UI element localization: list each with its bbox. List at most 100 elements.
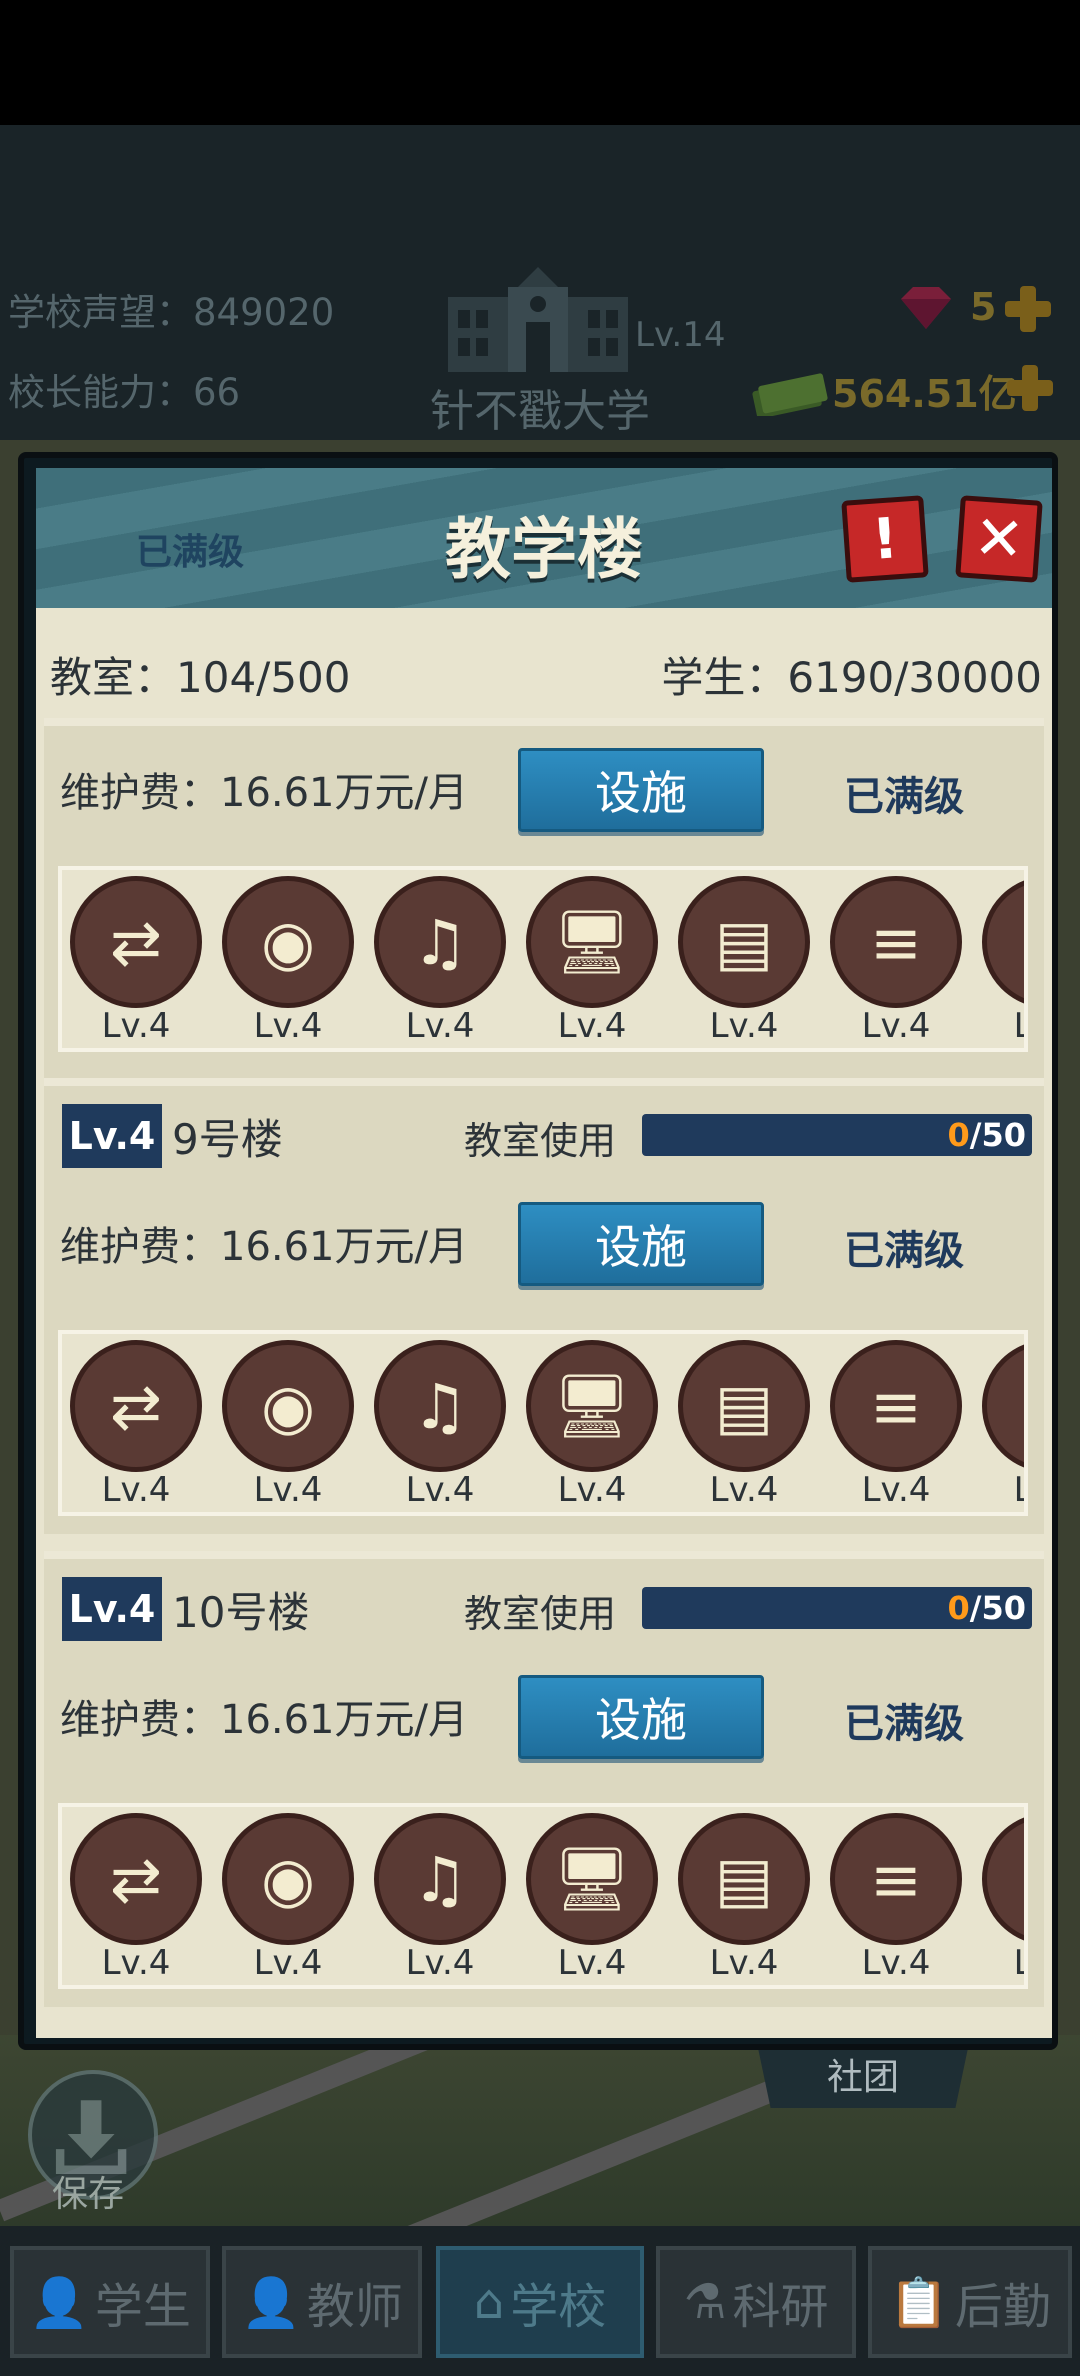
facility-level: Lv.4 <box>405 1006 475 1046</box>
facility-item[interactable]: ≡ Lv.4 <box>826 874 966 1048</box>
computer-icon-glyph: 🖥 <box>552 1842 632 1915</box>
reputation-value: 849020 <box>193 291 335 334</box>
reputation-stat: 学校声望：849020 <box>8 282 334 336</box>
usage-total: /50 <box>969 1589 1026 1627</box>
panel-content: 教室：104/500 学生：6190/30000 维护费：16.61万元/月 设… <box>36 608 1052 2038</box>
classroom-usage-bar: 0/50 <box>642 1114 1032 1156</box>
building-header: Lv.4 9号楼 教室使用 0/50 <box>44 1098 1044 1168</box>
game-screen: 学校声望：849020 校长能力：66 Lv.14 针不戳大学 5 564.51… <box>0 0 1080 2376</box>
student-icon: 👤 <box>29 2274 89 2331</box>
facility-item[interactable]: ▮Lv.4 <box>978 874 1024 1048</box>
teaching-building-panel: 已满级 教学楼 ! ✕ 教室：104/500 学生：6190/30000 维护费… <box>18 452 1058 2050</box>
max-level-label: 已满级 <box>844 1228 964 1274</box>
flask-icon: ⚗ <box>683 2274 727 2330</box>
alert-button[interactable]: ! <box>841 495 929 583</box>
facility-strip[interactable]: ⇄Lv.4◉Lv.4♫Lv.4🖥Lv.4▤Lv.4≡Lv.4▮Lv.4 <box>58 866 1028 1052</box>
students-label: 学生： <box>661 653 788 702</box>
school-icon: ⌂ <box>473 2274 505 2330</box>
building-card: Lv.4 10号楼 教室使用 0/50 维护费：16.61万元/月 设施 已满级… <box>44 1551 1044 2007</box>
facility-strip[interactable]: ⇄Lv.4◉Lv.4♫Lv.4🖥Lv.4▤Lv.4≡Lv.4▮Lv.4 <box>58 1330 1028 1516</box>
broadcast-antenna-icon: ◉ <box>222 1340 354 1472</box>
max-level-label: 已满级 <box>844 1701 964 1747</box>
computer-icon: 🖥 <box>526 1340 658 1472</box>
facility-level: Lv.4 <box>861 1943 931 1983</box>
nav-label: 科研 <box>732 2279 829 2335</box>
building-level-badge: Lv.4 <box>62 1104 162 1168</box>
building-name: 9号楼 <box>172 1115 283 1164</box>
classrooms-label: 教室： <box>50 653 177 702</box>
facility-item[interactable]: ▮Lv.4 <box>978 1338 1024 1512</box>
building-name: 10号楼 <box>172 1588 310 1637</box>
building-header: Lv.4 10号楼 教室使用 0/50 <box>44 1571 1044 1641</box>
nav-label: 教师 <box>306 2279 403 2335</box>
maintenance-fee: 维护费：16.61万元/月 <box>60 1697 468 1743</box>
facility-item[interactable]: ◉ Lv.4 <box>218 1338 358 1512</box>
nav-school[interactable]: ⌂ 学校 <box>436 2246 644 2358</box>
facilities-button[interactable]: 设施 <box>518 1675 764 1759</box>
facility-item[interactable]: ▤ Lv.4 <box>674 1338 814 1512</box>
computer-icon: 🖥 <box>526 876 658 1008</box>
facilities-button[interactable]: 设施 <box>518 748 764 832</box>
facility-strip[interactable]: ⇄Lv.4◉Lv.4♫Lv.4🖥Lv.4▤Lv.4≡Lv.4▮Lv.4 <box>58 1803 1028 1989</box>
air-conditioner-icon: ≡ <box>830 1340 962 1472</box>
video-switch-icon-glyph: ⇄ <box>110 1842 162 1916</box>
nav-research[interactable]: ⚗ 科研 <box>656 2246 856 2358</box>
facility-item[interactable]: ⇄ Lv.4 <box>66 1338 206 1512</box>
facility-item[interactable]: ⇄ Lv.4 <box>66 874 206 1048</box>
facility-item[interactable]: ≡ Lv.4 <box>826 1338 966 1512</box>
cabinet-icon-glyph: ▤ <box>714 1842 774 1916</box>
close-button[interactable]: ✕ <box>955 495 1043 583</box>
media-icon: ♫ <box>374 1340 506 1472</box>
facility-level: Lv.4 <box>405 1470 475 1510</box>
facility-item[interactable]: ≡ Lv.4 <box>826 1811 966 1985</box>
club-button[interactable]: 社团 <box>758 2048 968 2108</box>
building-card: 维护费：16.61万元/月 设施 已满级 ⇄ Lv.4 ◉ Lv.4 ♫ Lv.4 🖥 Lv.… <box>44 718 1044 1078</box>
students-value: 6190/30000 <box>787 653 1042 702</box>
facility-item[interactable]: ▤ Lv.4 <box>674 874 814 1048</box>
video-switch-icon-glyph: ⇄ <box>110 905 162 979</box>
facility-item[interactable]: ◉ Lv.4 <box>218 1811 358 1985</box>
add-gems-button[interactable] <box>1002 283 1054 335</box>
nav-label: 后勤 <box>954 2279 1051 2335</box>
facility-level: Lv.4 <box>101 1006 171 1046</box>
more-icon: ▮ <box>982 876 1024 1008</box>
facility-item[interactable]: ▮Lv.4 <box>978 1811 1024 1985</box>
broadcast-antenna-icon: ◉ <box>222 876 354 1008</box>
facility-item[interactable]: ⇄ Lv.4 <box>66 1811 206 1985</box>
add-cash-button[interactable] <box>1004 362 1056 414</box>
save-label: 保存 <box>52 2174 125 2215</box>
media-icon: ♫ <box>374 876 506 1008</box>
nav-teachers[interactable]: 👤 教师 <box>222 2246 422 2358</box>
media-icon-glyph: ♫ <box>412 1369 468 1443</box>
fee-row: 维护费：16.61万元/月 设施 已满级 <box>44 1669 1044 1759</box>
classrooms-value: 104/500 <box>176 653 351 702</box>
nav-students[interactable]: 👤 学生 <box>10 2246 210 2358</box>
nav-logistics[interactable]: 📋 后勤 <box>868 2246 1072 2358</box>
usage-text: 0/50 <box>948 1114 1026 1156</box>
facility-item[interactable]: 🖥 Lv.4 <box>522 874 662 1048</box>
maintenance-fee: 维护费：16.61万元/月 <box>60 1224 468 1270</box>
facility-item[interactable]: ♫ Lv.4 <box>370 1338 510 1512</box>
facilities-button[interactable]: 设施 <box>518 1202 764 1286</box>
usage-current: 0 <box>947 1589 970 1627</box>
air-conditioner-icon: ≡ <box>830 1813 962 1945</box>
cabinet-icon-glyph: ▤ <box>714 1369 774 1443</box>
maintenance-fee: 维护费：16.61万元/月 <box>60 770 468 816</box>
facility-item[interactable]: ◉ Lv.4 <box>218 874 358 1048</box>
facility-level: Lv.4 <box>101 1943 171 1983</box>
classroom-usage-label: 教室使用 <box>464 1592 617 1636</box>
facility-item[interactable]: ▤ Lv.4 <box>674 1811 814 1985</box>
facility-level: Lv.4 <box>861 1470 931 1510</box>
facility-item[interactable]: 🖥 Lv.4 <box>522 1338 662 1512</box>
cabinet-icon: ▤ <box>678 1813 810 1945</box>
facility-level: Lv.4 <box>978 1006 1024 1046</box>
facility-item[interactable]: ♫ Lv.4 <box>370 1811 510 1985</box>
facility-item[interactable]: 🖥 Lv.4 <box>522 1811 662 1985</box>
video-switch-icon: ⇄ <box>70 1813 202 1945</box>
facility-level: Lv.4 <box>405 1943 475 1983</box>
facility-item[interactable]: ♫ Lv.4 <box>370 874 510 1048</box>
more-icon: ▮ <box>982 1813 1024 1945</box>
facility-level: Lv.4 <box>253 1006 323 1046</box>
facility-level: Lv.4 <box>557 1006 627 1046</box>
usage-total: /50 <box>969 1116 1026 1154</box>
